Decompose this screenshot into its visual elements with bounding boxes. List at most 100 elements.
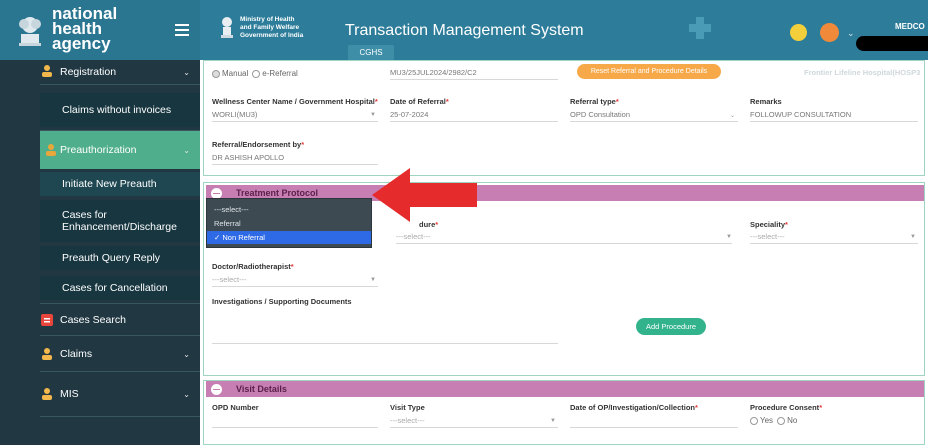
referral-type-label: Referral type* — [570, 97, 619, 106]
visit-date-label: Date of OP/Investigation/Collection* — [570, 403, 698, 412]
endorsement-label: Referral/Endorsement by* — [212, 140, 305, 149]
redacted-username — [856, 36, 928, 51]
investigations-upload-area[interactable] — [212, 343, 558, 344]
sidebar-label: Preauthorization — [60, 144, 137, 156]
procedure-select[interactable]: ---select--- — [396, 231, 732, 244]
section-title: Visit Details — [236, 384, 287, 394]
sidebar-divider — [40, 303, 200, 304]
radio-consent-no[interactable] — [777, 416, 786, 425]
user-check-icon — [46, 144, 56, 156]
sidebar-divider — [40, 335, 200, 336]
sidebar-label: Cases Search — [60, 314, 126, 326]
reset-referral-button[interactable]: Reset Referral and Procedure Details — [577, 64, 721, 79]
referral-number-field[interactable]: MU3/25JUL2024/2982/C2 — [390, 67, 558, 80]
user-mis-icon — [42, 388, 52, 400]
visit-date-field[interactable] — [570, 415, 738, 428]
user-menu-caret-icon[interactable]: ⌄ — [847, 28, 855, 39]
sidebar-label: Registration — [60, 66, 117, 78]
radio-manual[interactable] — [212, 69, 220, 78]
tab-cghs[interactable]: CGHS — [348, 45, 394, 60]
chevron-down-icon: ▼ — [370, 112, 376, 118]
dropdown-option-referral[interactable]: Referral — [207, 217, 371, 230]
user-role-label[interactable]: MEDCO — [895, 22, 925, 31]
remarks-label: Remarks — [750, 97, 782, 106]
user-add-icon — [42, 65, 52, 77]
main-content: Manual e-Referral MU3/25JUL2024/2982/C2 … — [200, 60, 928, 445]
sidebar-divider — [40, 84, 200, 85]
sidebar: Registration ⌄ Claims without invoices P… — [0, 60, 200, 445]
chevron-down-icon: ⌄ — [183, 145, 190, 155]
sidebar-divider — [40, 416, 200, 417]
investigations-label: Investigations / Supporting Documents — [212, 297, 352, 306]
sidebar-item-mis[interactable]: MIS ⌄ — [40, 382, 200, 406]
doctor-select[interactable]: ---select--- — [212, 274, 378, 287]
sidebar-item-preauthorization[interactable]: Preauthorization ⌄ — [40, 131, 200, 169]
sidebar-item-preauth-query-reply[interactable]: Preauth Query Reply — [40, 246, 200, 270]
sidebar-divider — [40, 371, 200, 372]
medical-cross-icon — [689, 17, 711, 39]
sidebar-label: MIS — [60, 388, 79, 400]
add-procedure-button[interactable]: Add Procedure — [636, 318, 706, 335]
date-of-referral-field[interactable]: 25-07-2024 — [390, 109, 558, 122]
ministry-emblem-icon — [221, 17, 233, 38]
brand-block[interactable]: national health agency — [0, 0, 200, 60]
radio-ereferral[interactable] — [252, 69, 261, 78]
search-case-icon — [41, 314, 53, 326]
radio-consent-yes[interactable] — [750, 416, 758, 425]
chevron-down-icon: ▼ — [370, 277, 376, 283]
referral-type-select[interactable]: OPD Consultation — [570, 109, 738, 122]
speciality-select[interactable]: ---select--- — [750, 231, 918, 244]
wellness-center-select[interactable]: WORLI(MU3) — [212, 109, 378, 122]
sidebar-item-initiate-new-preauth[interactable]: Initiate New Preauth — [40, 172, 200, 196]
dropdown-option-select[interactable]: ---select--- — [207, 203, 371, 216]
chevron-down-icon: ⌄ — [183, 389, 190, 399]
visit-type-select[interactable]: ---select--- — [390, 415, 558, 428]
procedure-consent-radio-group: Yes No — [750, 416, 797, 425]
national-emblem-icon — [19, 17, 41, 46]
sidebar-item-cases-enhancement[interactable]: Cases for Enhancement/Discharge — [40, 200, 200, 242]
date-of-referral-label: Date of Referral* — [390, 97, 449, 106]
opd-number-label: OPD Number — [212, 403, 259, 412]
dropdown-option-non-referral[interactable]: ✓ Non Referral — [207, 231, 371, 244]
chevron-down-icon: ⌄ — [730, 113, 736, 119]
endorsement-field[interactable]: DR ASHISH APOLLO — [212, 152, 378, 165]
user-claims-icon — [42, 348, 52, 360]
chevron-down-icon: ▼ — [550, 418, 556, 424]
doctor-label: Doctor/Radiotherapist* — [212, 262, 294, 271]
chevron-down-icon: ⌄ — [183, 67, 190, 77]
user-avatar-icon[interactable] — [820, 23, 839, 42]
opd-number-field[interactable] — [212, 415, 378, 428]
sidebar-item-cases-for-cancellation[interactable]: Cases for Cancellation — [40, 276, 200, 300]
procedure-consent-label: Procedure Consent* — [750, 403, 823, 412]
collapse-icon[interactable] — [211, 383, 222, 395]
menu-toggle-icon[interactable] — [175, 24, 189, 36]
visit-type-label: Visit Type — [390, 403, 425, 412]
referral-type-radio-group: Manual e-Referral — [212, 69, 298, 78]
radio-manual-label: Manual — [222, 69, 249, 78]
brand-name: national health agency — [52, 5, 117, 52]
referral-category-dropdown[interactable]: ---select--- Referral ✓ Non Referral — [206, 198, 372, 248]
sidebar-item-claims-without-invoices[interactable]: Claims without invoices — [40, 93, 200, 127]
radio-ereferral-label: e-Referral — [262, 69, 298, 78]
sidebar-item-cases-search[interactable]: Cases Search — [40, 308, 200, 332]
sidebar-item-registration[interactable]: Registration ⌄ — [40, 60, 200, 84]
remarks-field[interactable]: FOLLOWUP CONSULTATION — [750, 109, 918, 122]
radio-no-label: No — [787, 416, 798, 425]
sidebar-label: Initiate New Preauth — [62, 178, 157, 190]
ministry-line-2: and Family Welfare — [240, 24, 300, 31]
chevron-down-icon: ⌄ — [183, 349, 190, 359]
sidebar-label: Preauth Query Reply — [62, 252, 161, 264]
top-header: national health agency Ministry of Healt… — [0, 0, 928, 60]
option-label: Non Referral — [222, 233, 265, 242]
radio-yes-label: Yes — [760, 416, 774, 425]
visit-details-header: Visit Details — [206, 381, 924, 397]
collapse-icon[interactable] — [211, 187, 222, 199]
check-icon: ✓ — [214, 233, 221, 242]
visit-details-card: Visit Details OPD Number Visit Type ---s… — [203, 380, 925, 445]
sidebar-item-claims[interactable]: Claims ⌄ — [40, 342, 200, 366]
pointer-arrow-icon — [372, 168, 477, 222]
wellness-center-label: Wellness Center Name / Government Hospit… — [212, 97, 378, 106]
ministry-line-1: Ministry of Health — [240, 16, 295, 23]
sidebar-label: Cases for Enhancement/Discharge — [62, 209, 177, 233]
notification-bulb-icon[interactable] — [790, 24, 807, 41]
